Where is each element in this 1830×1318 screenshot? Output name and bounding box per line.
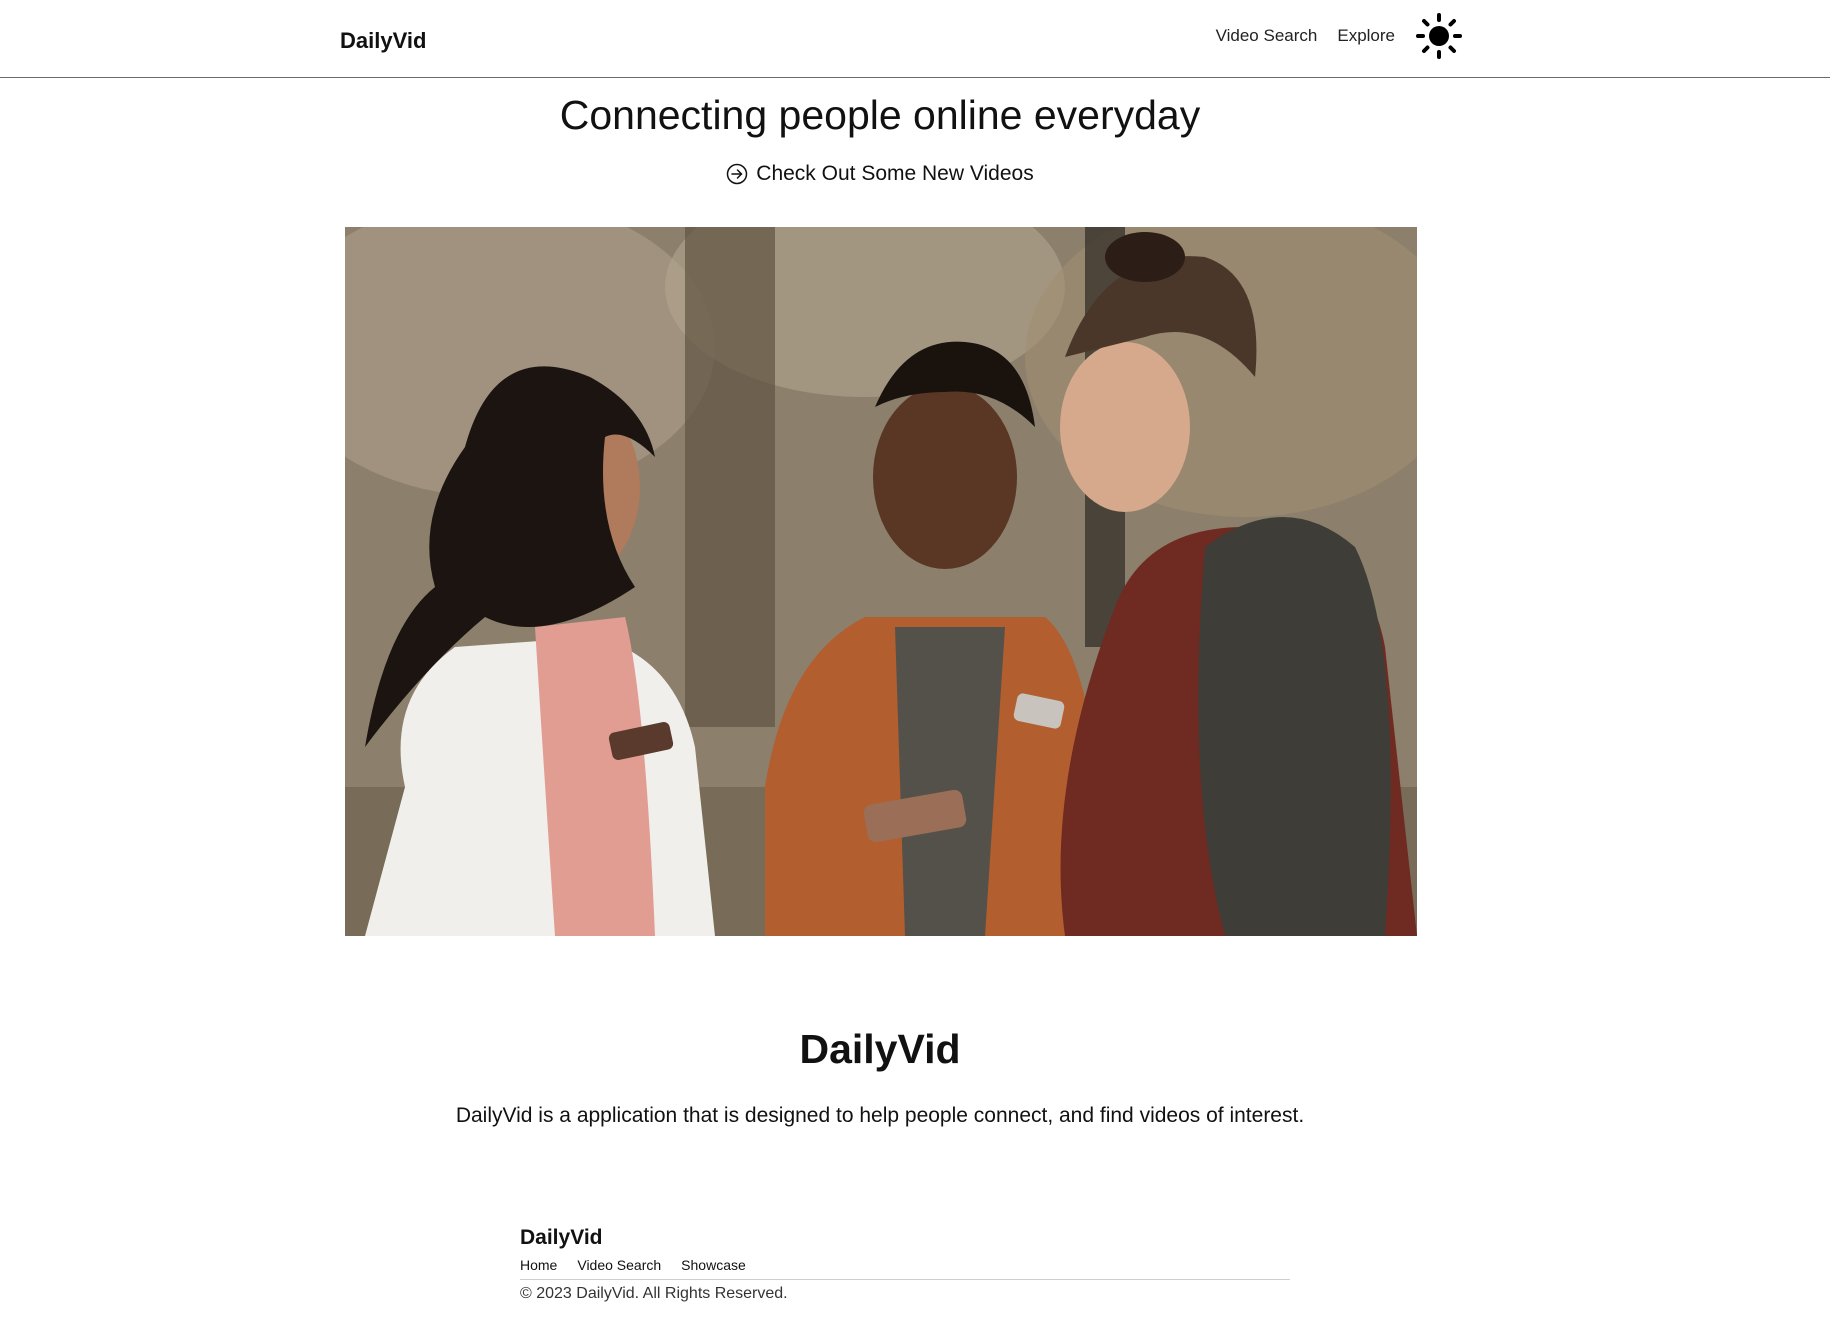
footer-link-home[interactable]: Home — [520, 1257, 557, 1273]
about-title: DailyVid — [799, 1026, 961, 1072]
theme-toggle-button[interactable] — [1415, 12, 1463, 60]
hero-cta-container: Check Out Some New Videos — [0, 162, 1760, 191]
hero-photo — [345, 227, 1417, 936]
footer-link-showcase[interactable]: Showcase — [681, 1257, 746, 1273]
check-out-videos-link[interactable]: Check Out Some New Videos — [726, 162, 1034, 186]
about-description: DailyVid is a application that is design… — [455, 1104, 1305, 1127]
check-out-videos-label: Check Out Some New Videos — [756, 162, 1034, 185]
copyright-text: © 2023 DailyVid. All Rights Reserved. — [520, 1285, 788, 1302]
page-footer: DailyVid Home Video Search Showcase © 20… — [520, 1226, 1290, 1303]
nav-link-video-search[interactable]: Video Search — [1216, 26, 1318, 46]
arrow-right-circle-icon — [727, 163, 748, 185]
hero-title: Connecting people online everyday — [559, 92, 1201, 138]
footer-link-video-search[interactable]: Video Search — [577, 1257, 661, 1273]
footer-nav: Home Video Search Showcase — [520, 1257, 1290, 1280]
nav-link-explore[interactable]: Explore — [1337, 26, 1395, 46]
brand-logo-link[interactable]: DailyVid — [340, 28, 426, 54]
main-nav: Video Search Explore — [1216, 0, 1463, 78]
footer-brand: DailyVid — [520, 1226, 603, 1249]
top-navbar: DailyVid Video Search Explore — [0, 0, 1830, 78]
sun-icon — [1416, 13, 1462, 59]
